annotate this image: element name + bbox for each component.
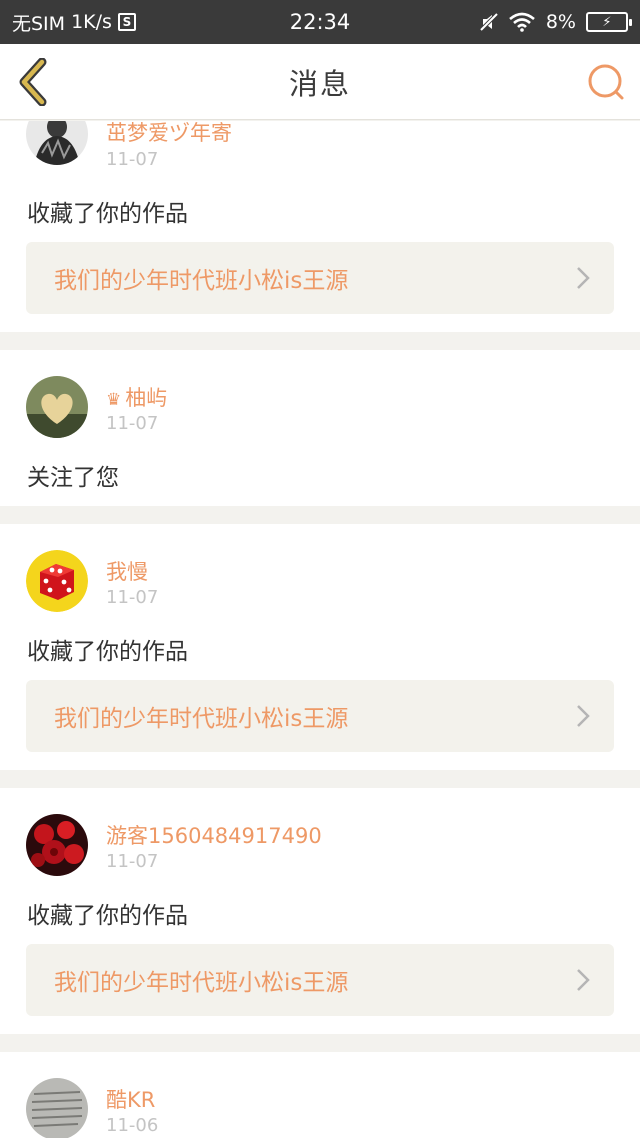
avatar[interactable] [26, 121, 88, 165]
heart-photo-avatar [26, 376, 88, 438]
carrier-label: 无SIM [12, 12, 66, 35]
list-item[interactable]: 游客1560484917490 11-07 收藏了你的作品 我们的少年时代班小松… [0, 788, 640, 1034]
username[interactable]: 酷KR [106, 1084, 155, 1114]
chevron-right-icon [577, 705, 590, 727]
list-item[interactable]: ♛ 柚屿 11-07 关注了您 [0, 350, 640, 506]
chevron-right-icon [577, 969, 590, 991]
chevron-right-icon [577, 267, 590, 289]
avatar[interactable] [26, 1078, 88, 1138]
work-link[interactable]: 我们的少年时代班小松is王源 [26, 680, 614, 752]
mute-icon [479, 12, 498, 32]
action-text: 收藏了你的作品 [27, 639, 188, 665]
nav-bar: 消息 [0, 44, 640, 120]
message-date: 11-07 [106, 851, 159, 872]
message-date: 11-07 [106, 413, 159, 434]
user-photo-avatar [26, 121, 88, 165]
text-photo-avatar [26, 1078, 88, 1138]
work-title: 我们的少年时代班小松is王源 [54, 706, 349, 732]
username[interactable]: 茁梦爱ヅ年寄 [106, 121, 232, 147]
battery-percent: 8% [545, 11, 576, 33]
avatar[interactable] [26, 550, 88, 612]
roses-avatar [26, 814, 88, 876]
message-date: 11-06 [106, 1115, 159, 1136]
status-right: 8% ⚡ [479, 11, 632, 33]
avatar[interactable] [26, 376, 88, 438]
list-item[interactable]: 我慢 11-07 收藏了你的作品 我们的少年时代班小松is王源 [0, 524, 640, 770]
back-button[interactable] [14, 57, 54, 107]
status-bar: 无SIM 1K/s S 22:34 8% ⚡ [0, 0, 640, 44]
wifi-icon [509, 12, 535, 32]
action-text: 收藏了你的作品 [27, 201, 188, 227]
list-item[interactable]: 酷KR 11-06 [0, 1052, 640, 1138]
crown-icon: ♛ [106, 390, 122, 410]
message-date: 11-07 [106, 587, 159, 608]
avatar[interactable] [26, 814, 88, 876]
action-text: 收藏了你的作品 [27, 903, 188, 929]
work-link[interactable]: 我们的少年时代班小松is王源 [26, 944, 614, 1016]
search-icon [588, 64, 624, 100]
username-text: 柚屿 [125, 386, 168, 410]
network-speed: 1K/s [71, 11, 112, 33]
work-title: 我们的少年时代班小松is王源 [54, 970, 349, 996]
sim-icon: S [117, 13, 136, 31]
dice-avatar [26, 550, 88, 612]
action-text: 关注了您 [27, 465, 119, 491]
page-title: 消息 [288, 66, 351, 101]
work-title: 我们的少年时代班小松is王源 [54, 268, 349, 294]
status-left: 无SIM 1K/s S [12, 9, 136, 36]
chevron-left-icon [19, 57, 47, 107]
username[interactable]: 游客1560484917490 [106, 820, 322, 850]
list-item[interactable]: 茁梦爱ヅ年寄 11-07 收藏了你的作品 我们的少年时代班小松is王源 [0, 121, 640, 332]
message-date: 11-07 [106, 149, 159, 170]
search-button[interactable] [586, 62, 626, 102]
message-list[interactable]: 茁梦爱ヅ年寄 11-07 收藏了你的作品 我们的少年时代班小松is王源 ♛ 柚屿 … [0, 121, 640, 1138]
username[interactable]: 我慢 [106, 556, 148, 586]
battery-charging-icon: ⚡ [586, 12, 632, 32]
work-link[interactable]: 我们的少年时代班小松is王源 [26, 242, 614, 314]
username[interactable]: ♛ 柚屿 [106, 382, 167, 412]
